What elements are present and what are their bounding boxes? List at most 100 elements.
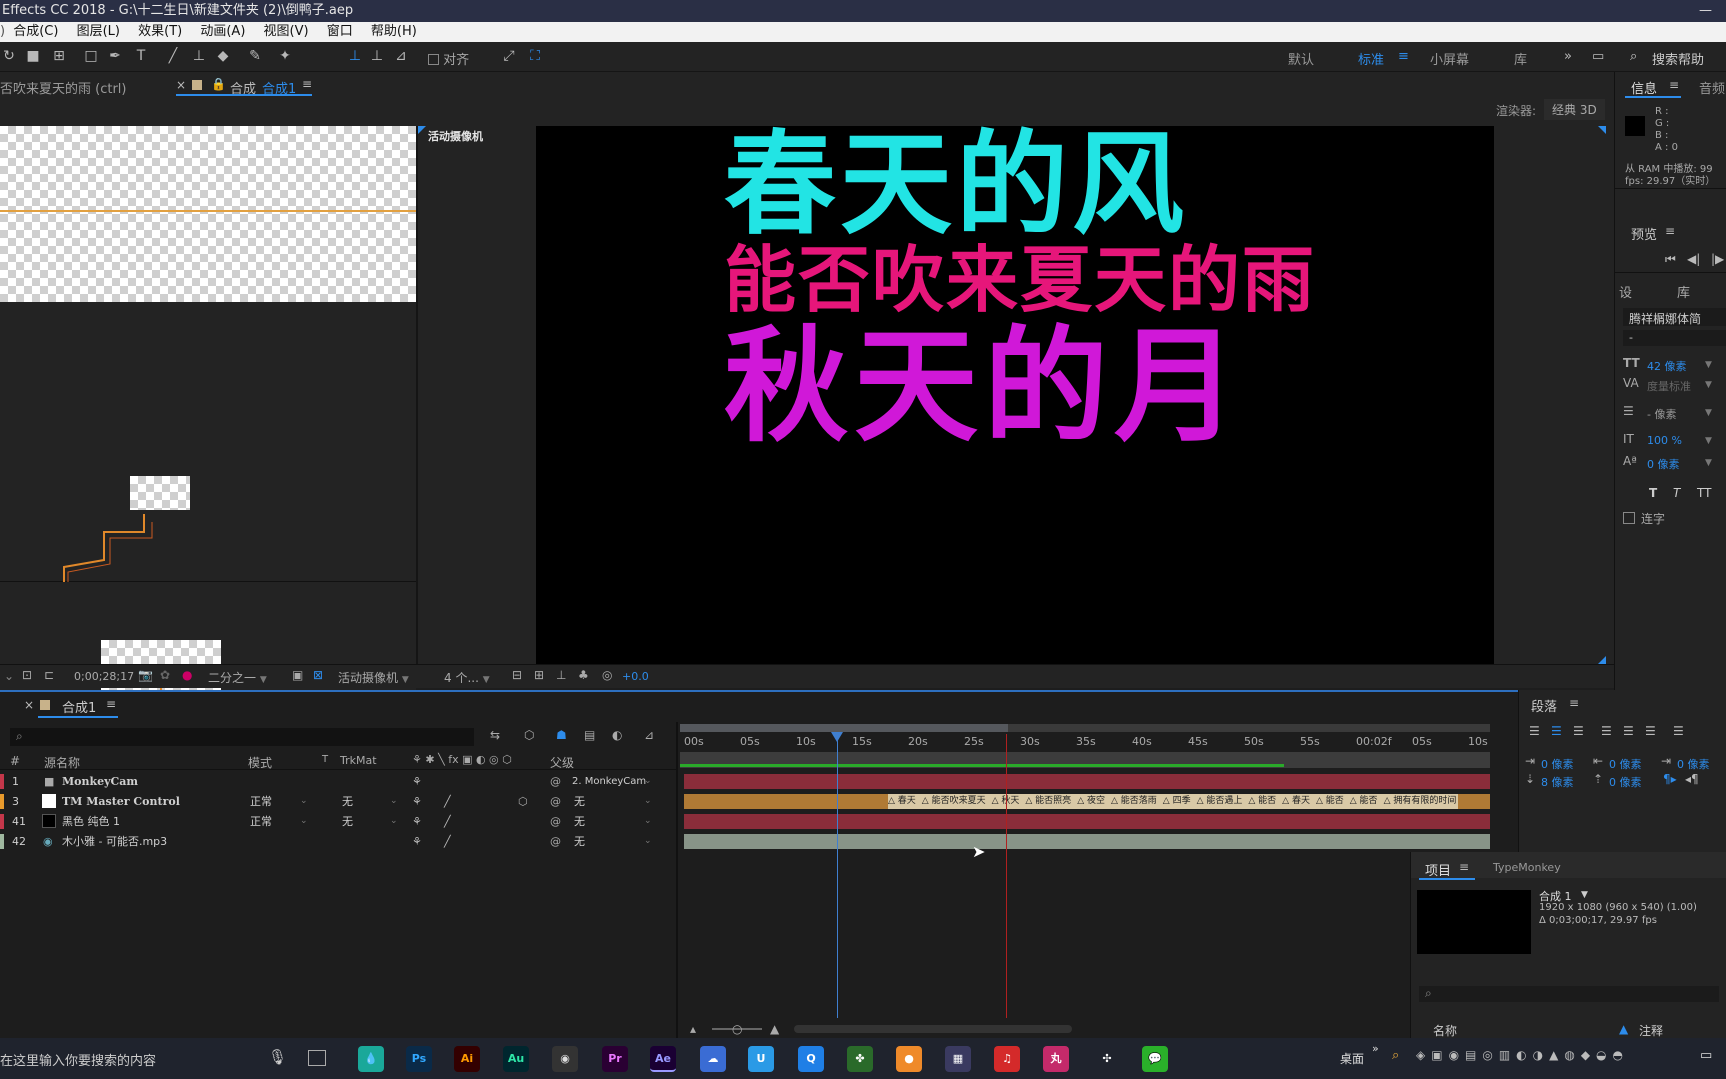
align-center-icon[interactable]: ☰ [1551,724,1562,738]
desktop-label[interactable]: 桌面 [1340,1050,1364,1067]
playhead-handle[interactable] [831,732,843,742]
mask-toggle-icon[interactable]: ⊏ [44,668,54,682]
view-layout-dropdown[interactable]: 4 个... ▼ [444,669,490,686]
app-dewdrop-icon[interactable]: 💧 [358,1046,384,1072]
tab-menu-icon[interactable]: ≡ [1569,696,1579,710]
shy-switch-icon[interactable]: ⚘ [412,772,422,791]
frame-blending-icon[interactable]: ▤ [584,728,595,742]
timeline-icon[interactable]: ⊥ [556,668,566,682]
comp-mini-flowchart-icon[interactable]: ⇆ [490,728,500,742]
shy-layers-icon[interactable]: ☗ [556,728,567,742]
pick-whip-icon[interactable]: @ [550,792,561,811]
clone-stamp-tool-icon[interactable]: ⊥ [190,47,208,65]
photoshop-icon[interactable]: Ps [406,1046,432,1072]
reset-exposure-icon[interactable]: ◎ [602,668,612,682]
play-icon[interactable]: |▶ [1711,252,1724,266]
audio-tab[interactable]: 音频 [1699,78,1725,97]
preview-tab[interactable]: 预览 [1631,224,1657,243]
workspace-more[interactable]: » [1564,49,1572,64]
lyric-marker[interactable]: △ 春天 [888,796,916,806]
align-left-icon[interactable]: ☰ [1529,724,1540,738]
space-after-value[interactable]: 0 像素 [1609,774,1642,790]
layer-parent[interactable]: 无 [574,812,585,831]
col-note-header[interactable]: 注释 [1639,1022,1663,1039]
chevron-down-icon[interactable]: ▼ [1581,890,1588,900]
illustrator-icon[interactable]: Ai [454,1046,480,1072]
rotate-tool-icon[interactable]: ↻ [0,47,18,65]
resolution-dropdown[interactable]: 二分之一 ▼ [208,669,267,686]
workspace-small-screen[interactable]: 小屏幕 [1430,49,1469,68]
lyric-marker[interactable]: △ 夜空 [1077,796,1105,806]
premiere-icon[interactable]: Pr [602,1046,628,1072]
menu-help[interactable]: 帮助(H) [371,24,417,39]
layer-name[interactable]: TM Master Control [62,792,180,811]
paragraph-tab[interactable]: 段落 [1531,696,1557,715]
layer-parent[interactable]: 无 [574,792,585,811]
all-caps-icon[interactable]: TT [1697,486,1711,500]
graph-editor-icon[interactable]: ⊿ [644,728,654,742]
task-view-icon[interactable] [308,1050,326,1066]
motion-blur-icon[interactable]: ◐ [612,728,622,742]
close-tab-icon[interactable]: × [24,698,34,712]
leading-value[interactable]: - 像素 [1647,406,1676,422]
tab-menu-icon[interactable]: ≡ [106,697,116,711]
align-right-icon[interactable]: ☰ [1573,724,1584,738]
timeline-tracks[interactable]: 00s 05s 10s 15s 20s 25s 30s 35s 40s 45s 50s 55s 00:0… [680,724,1496,1040]
panel-layout-icon[interactable]: ▭ [1592,49,1604,64]
layer-mode[interactable]: 正常 [250,792,272,811]
lock-icon[interactable]: 🔒 [211,77,226,91]
tab-menu-icon[interactable]: ≡ [302,77,312,91]
menu-view[interactable]: 视图(V) [264,24,309,39]
draft-3d-icon[interactable]: ⬡ [524,728,534,742]
time-ruler[interactable]: 00s 05s 10s 15s 20s 25s 30s 35s 40s 45s 50s 55s 00:0… [680,732,1490,752]
current-timecode[interactable]: 0;00;28;17 [74,670,134,683]
indent-right-value[interactable]: 0 像素 [1609,756,1642,772]
search-help-input[interactable]: 搜索帮助 [1652,49,1704,68]
lyric-marker[interactable]: △ 拥有有限的时间 [1384,796,1457,806]
snap-checkbox[interactable] [428,54,439,65]
main-view[interactable]: 活动摄像机 春天的风 能否吹来夏天的雨 秋天的月 [418,126,1606,664]
layer-row[interactable]: 3 TM Master Control 正常 ⌄ 无 ⌄ ⚘ ╱ ⬡ @ 无 ⌄ [0,792,676,811]
faux-bold-icon[interactable]: T [1649,486,1657,500]
film-app-icon[interactable]: ▦ [945,1046,971,1072]
shy-switch-icon[interactable]: ⚘ [412,812,422,831]
toggle-pixel-icon[interactable]: ⊟ [512,668,522,682]
shy-switch-icon[interactable]: ⚘ [412,832,422,851]
show-snapshot-icon[interactable]: ✿ [160,668,170,682]
track-bar-audio[interactable] [684,834,1490,849]
justify-right-icon[interactable]: ☰ [1645,724,1656,738]
3d-layer-icon[interactable]: ⬡ [518,792,528,811]
menu-layer[interactable]: 图层(L) [77,24,120,39]
col-mode[interactable]: 模式 [248,754,272,771]
current-time-indicator[interactable] [837,734,838,1018]
davinci-icon[interactable]: ◉ [552,1046,578,1072]
menu-animation[interactable]: 动画(A) [200,24,245,39]
workspace-menu-icon[interactable]: ≡ [1398,49,1409,64]
zoom-slider-thumb[interactable]: ○ [732,1022,742,1036]
local-axis-icon[interactable]: ⊥ [346,47,364,65]
red-app-icon[interactable]: 丸 [1043,1046,1069,1072]
kerning-value[interactable]: 度量标准 [1647,378,1691,394]
lyric-marker[interactable]: △ 能否 [1316,796,1344,806]
tab-menu-icon[interactable]: ≡ [1669,78,1679,92]
layer-row[interactable]: 41 黑色 纯色 1 正常 ⌄ 无 ⌄ ⚘ ╱ @ 无 ⌄ [0,812,676,831]
lyric-marker[interactable]: △ 能否吹来夏天 [922,796,986,806]
system-tray-icons[interactable]: ◈▣◉▤◎▥◐◑▲◍◆◒◓ [1416,1048,1629,1062]
color-channel-icon[interactable]: ● [182,668,192,682]
menu-window[interactable]: 窗口 [327,24,353,39]
track-bar-monkeycam[interactable] [684,774,1490,789]
layer-name[interactable]: 黑色 纯色 1 [62,812,120,831]
work-area-range[interactable] [680,724,1008,732]
layer-search-input[interactable]: ⌕ [10,728,474,746]
fast-preview-icon[interactable]: ⊞ [534,668,544,682]
layer-viewer-tab[interactable]: 否吹来夏天的雨 (ctrl) [0,78,126,97]
layer-name[interactable]: 木小雅 - 可能否.mp3 [62,832,167,851]
quality-switch-icon[interactable]: ╱ [444,812,451,831]
col-parent[interactable]: 父级 [550,754,574,771]
tab-menu-icon[interactable]: ≡ [1459,860,1469,874]
region-interest-icon[interactable]: ▣ [292,668,303,682]
pan-behind-tool-icon[interactable]: ⊞ [50,47,68,65]
text-tool-icon[interactable]: T [132,47,150,65]
layer-trkmat[interactable]: 无 [342,812,353,831]
renderer-dropdown[interactable]: 经典 3D [1544,99,1605,120]
